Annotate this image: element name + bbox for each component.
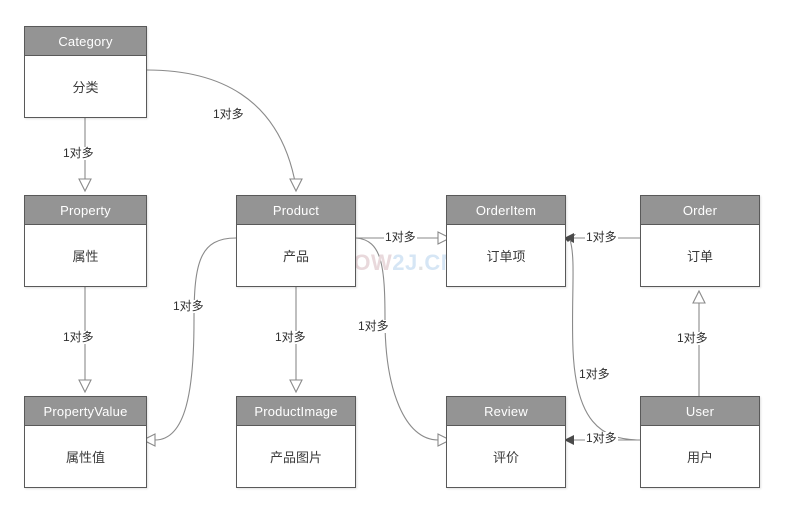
- entity-user-label: 用户: [686, 450, 713, 465]
- entity-order[interactable]: Order 订单: [640, 195, 760, 287]
- entity-review-label: 评价: [492, 450, 519, 465]
- relation-label-product-propertyvalue: 1对多: [172, 299, 205, 313]
- entity-category-label: 分类: [72, 80, 99, 95]
- relation-label-category-property: 1对多: [62, 146, 95, 160]
- entity-review[interactable]: Review 评价: [446, 396, 566, 488]
- entity-product[interactable]: Product 产品: [236, 195, 356, 287]
- entity-order-label: 订单: [686, 249, 713, 264]
- relation-label-product-productimage: 1对多: [274, 330, 307, 344]
- entity-product-label: 产品: [282, 249, 309, 264]
- entity-productimage-label: 产品图片: [269, 450, 322, 465]
- relation-label-user-order: 1对多: [676, 331, 709, 345]
- relation-user-orderitem: [564, 234, 641, 441]
- entity-propertyvalue-label: 属性值: [65, 450, 105, 465]
- relation-category-product: [146, 69, 303, 193]
- entity-category-name: Category: [25, 27, 146, 56]
- entity-category[interactable]: Category 分类: [24, 26, 147, 118]
- entity-productimage[interactable]: ProductImage 产品图片: [236, 396, 356, 488]
- relation-label-product-orderitem: 1对多: [384, 230, 417, 244]
- entity-order-name: Order: [641, 196, 759, 225]
- entity-user[interactable]: User 用户: [640, 396, 760, 488]
- entity-propertyvalue-name: PropertyValue: [25, 397, 146, 426]
- relation-label-category-product: 1对多: [212, 107, 245, 121]
- watermark-part-2: 2J: [392, 250, 418, 275]
- entity-orderitem[interactable]: OrderItem 订单项: [446, 195, 566, 287]
- relation-label-property-propertyvalue: 1对多: [62, 330, 95, 344]
- entity-orderitem-label: 订单项: [486, 249, 526, 264]
- entity-user-name: User: [641, 397, 759, 426]
- entity-review-name: Review: [447, 397, 565, 426]
- relation-label-order-orderitem: 1对多: [585, 230, 618, 244]
- entity-property-name: Property: [25, 196, 146, 225]
- entity-productimage-name: ProductImage: [237, 397, 355, 426]
- relation-product-propertyvalue: [141, 237, 237, 447]
- entity-orderitem-name: OrderItem: [447, 196, 565, 225]
- entity-property-label: 属性: [72, 249, 99, 264]
- relation-label-user-review: 1对多: [585, 431, 618, 445]
- relation-label-product-review: 1对多: [357, 319, 390, 333]
- entity-property[interactable]: Property 属性: [24, 195, 147, 287]
- entity-propertyvalue[interactable]: PropertyValue 属性值: [24, 396, 147, 488]
- entity-product-name: Product: [237, 196, 355, 225]
- relation-label-user-orderitem: 1对多: [578, 367, 611, 381]
